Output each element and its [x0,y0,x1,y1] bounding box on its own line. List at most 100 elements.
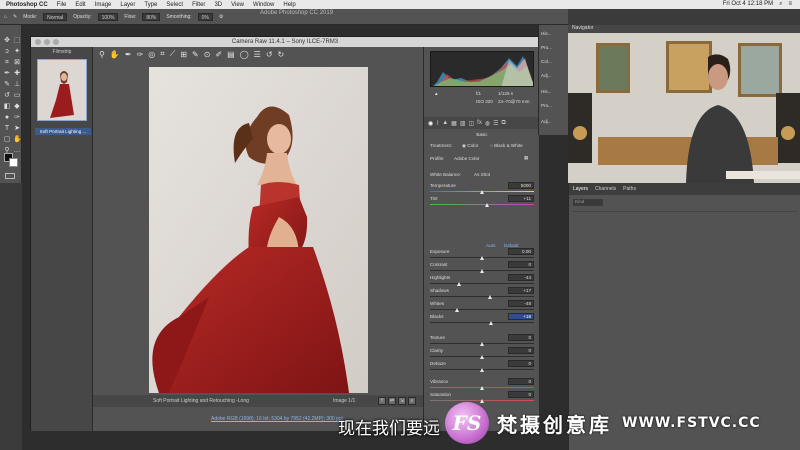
calibration-tab-icon[interactable]: ◍ [485,120,490,127]
smoothing-field[interactable]: 0% [197,12,213,21]
slider-thumb[interactable] [457,282,462,286]
split-toning-tab-icon[interactable]: ▥ [460,120,466,127]
gradient-icon[interactable]: ◧ [3,103,11,111]
rotate-right-icon[interactable]: ↻ [278,50,285,59]
slider-thumb[interactable] [480,355,484,359]
hand-tool-icon[interactable]: ✋ [110,50,120,59]
slider-track[interactable] [430,204,534,205]
profile-select[interactable]: Adobe Color [454,156,480,161]
blur-tool-icon[interactable]: ◆ [13,103,21,111]
crop-tool-icon[interactable]: ⌗ [3,59,11,67]
adjustment-brush-icon[interactable]: ✐ [215,50,222,59]
menu-help[interactable]: Help [283,2,295,8]
menu-view[interactable]: View [231,2,244,8]
tab-paths[interactable]: Paths [623,186,636,192]
menu-3d[interactable]: 3D [214,2,222,8]
opacity-field[interactable]: 100% [97,12,119,21]
slider-track[interactable] [430,296,534,297]
slider-thumb[interactable] [480,386,484,390]
swap-button[interactable]: ⇄ [388,397,396,405]
layer-kind-filter[interactable]: Kind [573,199,603,206]
slider-value-field[interactable]: 0 [508,360,534,367]
slider-value-field[interactable]: 5000 [508,182,534,189]
menu-filter[interactable]: Filter [192,2,205,8]
zoom-tool-icon[interactable]: ⚲ [99,50,105,59]
menu-select[interactable]: Select [166,2,183,8]
navigator-tab[interactable]: Navigator [568,25,800,33]
tab-channels[interactable]: Channels [595,186,616,192]
brush-tool-icon[interactable]: ✎ [3,81,11,89]
pen-tool-icon[interactable]: ✑ [13,114,21,122]
quick-select-icon[interactable]: ✦ [13,48,21,56]
gear-icon[interactable]: ⚙ [219,14,223,20]
hand-tool-icon[interactable]: ✋ [13,136,22,144]
history2-panel-button[interactable]: His... [541,89,551,94]
slider-thumb[interactable] [480,269,484,273]
workflow-options-link[interactable]: Adobe RGB (1998); 16 bit; 5304 by 7952 (… [211,416,343,422]
menu-layer[interactable]: Layer [120,2,135,8]
menu-image[interactable]: Image [95,2,112,8]
crop-tool-icon[interactable]: ⌗ [160,49,165,59]
effects-tab-icon[interactable]: fx [477,120,482,126]
properties-panel-button[interactable]: Pro... [541,45,552,50]
slider-value-field[interactable]: +18 [508,313,534,320]
graduated-filter-icon[interactable]: ▤ [227,50,235,59]
menu-edit[interactable]: Edit [75,2,85,8]
eraser-icon[interactable]: ▭ [13,92,21,100]
auto-link[interactable]: Auto [486,243,495,248]
slider-thumb[interactable] [488,295,493,299]
slider-value-field[interactable]: +11 [508,195,534,202]
eyedropper-icon[interactable]: ✒ [3,70,11,78]
treatment-color-radio[interactable]: ◉ Color [462,143,478,149]
filmstrip-thumbnail[interactable] [37,59,87,121]
radial-filter-icon[interactable]: ◯ [240,50,249,59]
adjustments-panel-button[interactable]: Adj... [541,73,551,78]
properties2-panel-button[interactable]: Pro... [541,103,552,108]
slider-thumb[interactable] [480,368,484,372]
tone-curve-tab-icon[interactable]: ⌇ [436,120,439,127]
profile-browser-icon[interactable]: ▦ [524,155,528,161]
slider-thumb[interactable] [480,342,484,346]
menu-file[interactable]: File [57,2,67,8]
slider-track[interactable] [430,322,534,323]
heal-tool-icon[interactable]: ✚ [13,70,21,78]
frame-tool-icon[interactable]: ⊠ [13,59,21,67]
slider-value-field[interactable]: 0 [508,261,534,268]
path-select-icon[interactable]: ➤ [13,125,21,133]
brush-icon[interactable]: ✎ [13,14,17,20]
slider-value-field[interactable]: 0 [508,378,534,385]
menu-type[interactable]: Type [144,2,157,8]
slider-thumb[interactable] [480,190,484,194]
color-sampler-icon[interactable]: ✑ [137,50,144,59]
before-after-y-button[interactable]: Y [378,397,386,405]
stamp-tool-icon[interactable]: ⊥ [13,81,21,89]
slider-value-field[interactable]: -48 [508,300,534,307]
close-icon[interactable] [35,39,41,45]
slider-track[interactable] [430,309,534,310]
slider-thumb[interactable] [489,321,494,325]
slider-value-field[interactable]: 0 [508,334,534,341]
red-eye-icon[interactable]: ⊙ [204,50,211,59]
background-color-swatch[interactable] [9,158,18,167]
shape-tool-icon[interactable]: ▢ [3,136,11,144]
targeted-adjust-icon[interactable]: ◎ [148,50,155,59]
marquee-tool-icon[interactable]: ⬚ [13,37,21,45]
slider-value-field[interactable]: 0 [508,391,534,398]
slider-value-field[interactable]: +17 [508,287,534,294]
color-panel-button[interactable]: Col... [541,59,552,64]
detail-tab-icon[interactable]: ▲ [442,120,448,126]
menu-window[interactable]: Window [253,2,274,8]
treatment-bw-radio[interactable]: ○ Black & White [490,143,523,148]
basic-tab-icon[interactable]: ◉ [428,120,433,127]
rotate-left-icon[interactable]: ↺ [266,50,273,59]
history-panel-button[interactable]: His... [541,31,551,36]
history-brush-icon[interactable]: ↺ [3,92,11,100]
preferences-icon[interactable]: ☰ [254,50,261,59]
slider-track[interactable] [430,283,534,284]
snapshots-tab-icon[interactable]: ⧉ [501,120,505,127]
clipping-shadow-icon[interactable]: ▲ [434,91,439,96]
search-icon[interactable]: ⌕ [779,1,782,8]
slider-value-field[interactable]: -44 [508,274,534,281]
straighten-icon[interactable]: ⟋ [170,49,176,59]
white-balance-tool-icon[interactable]: ✒ [125,50,132,59]
